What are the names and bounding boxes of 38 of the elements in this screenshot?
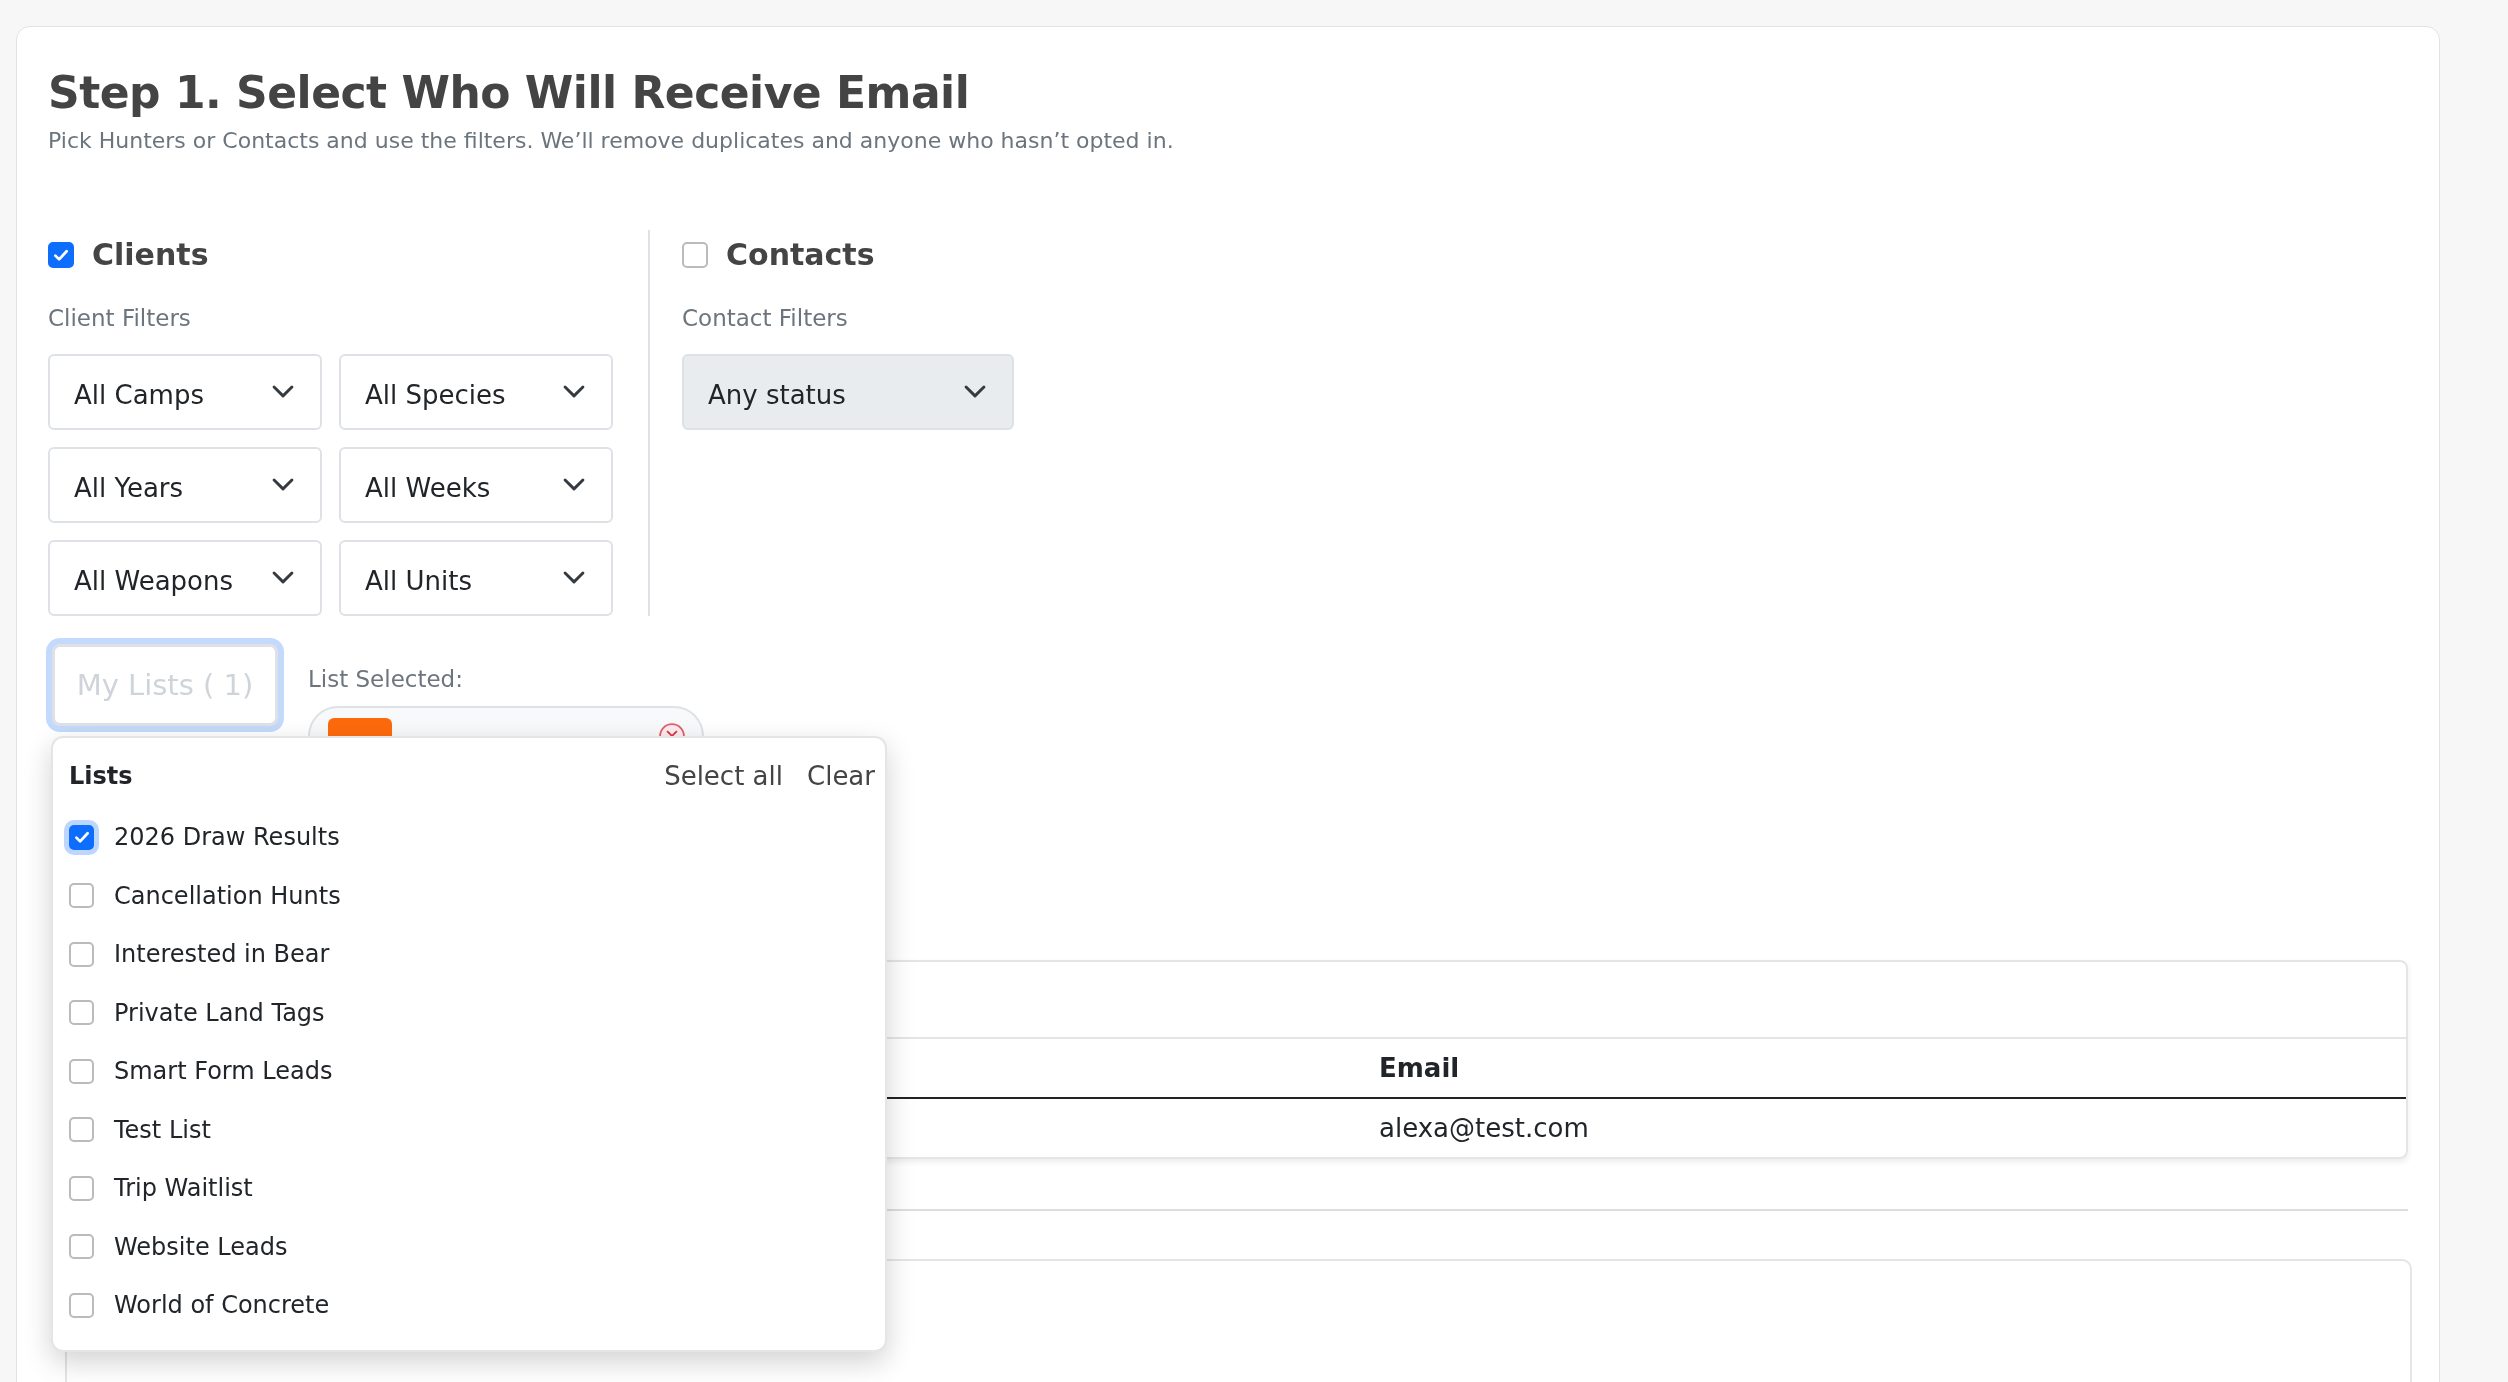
table-cell: alexa@test.com <box>1379 1112 1589 1143</box>
list-checkbox[interactable] <box>69 941 94 967</box>
clients-checkbox[interactable] <box>48 241 74 268</box>
list-selected-label: List Selected: <box>308 665 464 692</box>
filter-select[interactable]: All Species <box>339 353 613 430</box>
list-option[interactable]: Trip Waitlist <box>114 1174 253 1203</box>
filter-select[interactable]: All Weeks <box>339 446 613 523</box>
dropdown-action-link[interactable]: Clear <box>807 760 875 791</box>
filter-select[interactable]: Any status <box>682 353 1014 430</box>
dropdown-action-link[interactable]: Select all <box>664 760 783 791</box>
filter-select[interactable]: All Camps <box>48 353 322 430</box>
list-checkbox[interactable] <box>69 1000 94 1026</box>
list-option[interactable]: 2026 Draw Results <box>114 823 340 852</box>
filter-select[interactable]: All Years <box>48 446 322 523</box>
list-option[interactable]: Cancellation Hunts <box>114 881 341 910</box>
section-title: Clients <box>92 237 209 273</box>
list-checkbox[interactable] <box>69 1058 94 1084</box>
list-checkbox[interactable] <box>69 1117 94 1143</box>
list-option[interactable]: Smart Form Leads <box>114 1057 333 1086</box>
list-option[interactable]: World of Concrete <box>114 1291 330 1320</box>
list-checkbox[interactable] <box>69 1292 94 1318</box>
column-header: Email <box>1379 1052 1460 1083</box>
list-option[interactable]: Website Leads <box>114 1232 288 1261</box>
page-title: Step 1. Select Who Will Receive Email <box>48 67 971 120</box>
filter-select[interactable]: All Weapons <box>48 539 322 616</box>
contacts-checkbox[interactable] <box>682 241 708 268</box>
dropdown-title: Lists <box>69 761 133 790</box>
list-checkbox[interactable] <box>69 883 94 909</box>
list-option[interactable]: Private Land Tags <box>114 998 325 1027</box>
list-option[interactable]: Test List <box>114 1115 211 1144</box>
page-subtitle: Pick Hunters or Contacts and use the filters. We’ll remove duplicates and anyone who hasn’t opted in. <box>48 127 1175 153</box>
list-option[interactable]: Interested in Bear <box>114 940 330 969</box>
list-checkbox[interactable] <box>69 1175 94 1201</box>
filters-label: Contact Filters <box>682 304 849 331</box>
filter-select[interactable]: All Units <box>339 539 613 616</box>
filters-label: Client Filters <box>48 304 192 331</box>
section-title: Contacts <box>726 237 875 273</box>
list-checkbox[interactable] <box>69 1234 94 1260</box>
